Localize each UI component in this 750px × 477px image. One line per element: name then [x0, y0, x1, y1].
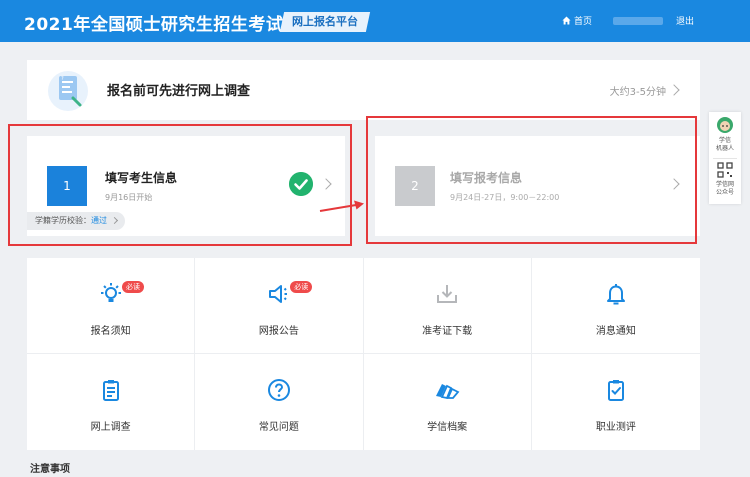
archive-icon: [436, 384, 460, 400]
required-badge: 必读: [122, 281, 144, 293]
home-label: 首页: [574, 17, 593, 27]
wechat-qr-button[interactable]: 学信网 公众号: [709, 162, 741, 197]
question-icon: [267, 379, 290, 401]
qr-label-2: 公众号: [715, 189, 734, 196]
home-link[interactable]: 首页: [562, 14, 592, 27]
grid-item-label: 学信档案: [427, 422, 468, 433]
floating-sidebar: 学信 机器人 学信网 公众号: [709, 112, 741, 204]
qr-code-icon: [717, 162, 733, 178]
grid-item-online-survey[interactable]: 网上调查: [27, 354, 196, 450]
username-redacted: [613, 17, 663, 25]
grid-item-label: 网报公告: [258, 326, 299, 337]
grid-item-student-archive[interactable]: 学信档案: [364, 354, 532, 450]
grid-item-label: 常见问题: [258, 422, 299, 433]
survey-card[interactable]: ? 报名前可先进行网上调查 大约3-5分钟: [27, 60, 700, 120]
grid-item-label: 报名须知: [90, 326, 131, 337]
required-badge: 必读: [290, 281, 313, 293]
top-header: 2021年全国硕士研究生招生考试 网上报名平台 首页 退出: [0, 0, 750, 42]
grid-item-career-assessment[interactable]: 职业测评: [532, 354, 700, 450]
robot-avatar-icon: [717, 117, 733, 133]
logout-link[interactable]: 退出: [676, 14, 694, 27]
page-title: 2021年全国硕士研究生招生考试: [24, 15, 284, 35]
home-icon: [562, 16, 571, 25]
platform-badge: 网上报名平台: [279, 12, 371, 32]
survey-illustration-icon: ?: [48, 71, 88, 111]
robot-assistant-button[interactable]: 学信 机器人: [709, 116, 741, 153]
robot-label-2: 机器人: [715, 145, 734, 152]
chevron-right-icon: [668, 84, 680, 96]
megaphone-icon: [268, 285, 287, 303]
bell-icon: [606, 284, 625, 305]
grid-item-label: 消息通知: [595, 326, 636, 337]
grid-item-label: 职业测评: [595, 422, 636, 433]
robot-label-1: 学信: [718, 137, 731, 144]
lightbulb-icon: [100, 283, 121, 302]
highlight-box-step-2: [366, 116, 697, 244]
highlight-box-step-1: [8, 124, 352, 246]
svg-text:?: ?: [61, 76, 64, 82]
feature-grid: 必读 报名须知 必读 网报公告 准考证下载 消息通知 网上调查 常见问题 学信档…: [27, 258, 700, 450]
grid-item-faq[interactable]: 常见问题: [195, 354, 364, 450]
grid-item-announcement[interactable]: 必读 网报公告: [195, 258, 364, 354]
download-icon: [437, 285, 458, 303]
survey-text: 报名前可先进行网上调查: [107, 84, 251, 99]
red-arrow-icon: [319, 200, 364, 212]
qr-label-1: 学信网: [715, 181, 734, 188]
grid-item-notifications[interactable]: 消息通知: [531, 258, 700, 354]
notes-heading: 注意事项: [30, 464, 70, 475]
sidebar-divider: [713, 158, 737, 159]
grid-item-admission-ticket[interactable]: 准考证下载: [363, 258, 532, 354]
grid-item-registration-notice[interactable]: 必读 报名须知: [27, 258, 196, 354]
survey-duration: 大约3-5分钟: [609, 87, 666, 98]
grid-item-label: 准考证下载: [422, 326, 473, 337]
checklist-icon: [607, 380, 624, 401]
grid-item-label: 网上调查: [90, 422, 131, 433]
clipboard-icon: [102, 380, 119, 401]
